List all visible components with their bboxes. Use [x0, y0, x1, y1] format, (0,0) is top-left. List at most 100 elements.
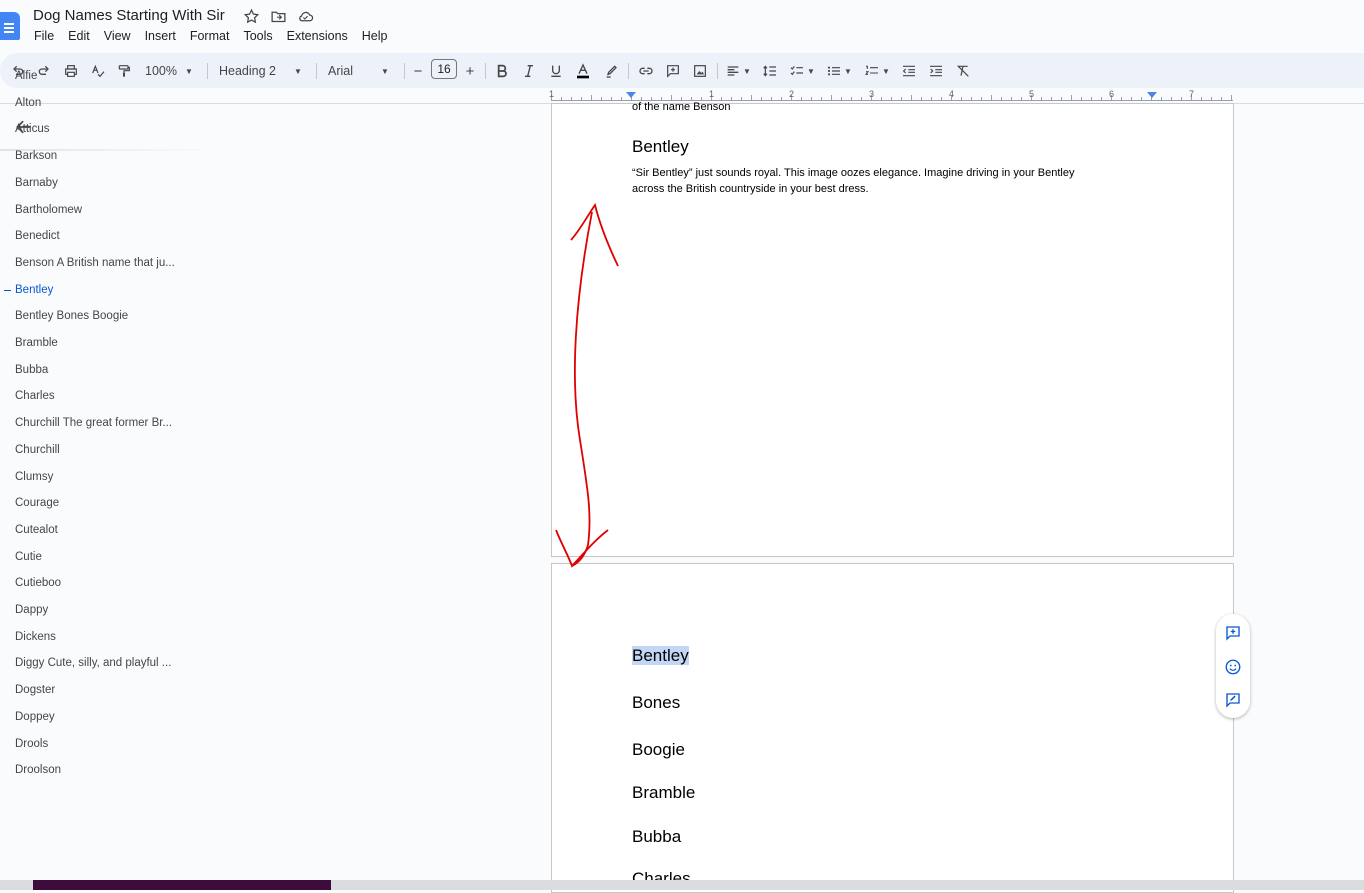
ruler-tick — [851, 97, 852, 100]
ruler-tick — [611, 97, 612, 100]
right-indent-marker[interactable] — [1147, 92, 1157, 98]
menu-edit[interactable]: Edit — [68, 29, 90, 43]
outline-item[interactable]: Droolson — [15, 762, 61, 778]
font-size-input[interactable]: 16 — [431, 59, 457, 79]
outline-item[interactable]: Courage — [15, 495, 59, 511]
outline-item[interactable]: Benson A British name that ju... — [15, 255, 175, 271]
outline-item[interactable]: Cutieboo — [15, 575, 61, 591]
ruler-tick — [1121, 97, 1122, 100]
toolbar: 100% ▼ Heading 2 ▼ Arial ▼ − + ▼ ▼ ▼ ▼ — [0, 53, 1364, 88]
outline-item[interactable]: Bentley — [15, 282, 53, 298]
spellcheck-icon[interactable] — [89, 61, 107, 81]
emoji-reaction-icon[interactable] — [1224, 658, 1242, 676]
add-comment-icon[interactable] — [1224, 624, 1242, 642]
outline-item[interactable]: Churchill The great former Br... — [15, 415, 172, 431]
suggest-edits-icon[interactable] — [1224, 691, 1242, 709]
outline-item[interactable]: Bentley Bones Boogie — [15, 308, 128, 324]
menu-insert[interactable]: Insert — [145, 29, 176, 43]
clear-formatting-icon[interactable] — [955, 61, 971, 81]
document-title[interactable]: Dog Names Starting With Sir — [33, 7, 225, 24]
text-color-icon[interactable] — [575, 61, 591, 81]
increase-indent-icon[interactable] — [928, 61, 944, 81]
menu-extensions[interactable]: Extensions — [287, 29, 348, 43]
outline-item[interactable]: Dappy — [15, 602, 48, 618]
outline-item[interactable]: Bubba — [15, 362, 48, 378]
ruler-tick — [921, 97, 922, 100]
star-icon[interactable] — [243, 8, 260, 25]
outline-item[interactable]: Barkson — [15, 148, 57, 164]
cloud-saved-icon[interactable] — [297, 8, 314, 25]
title-bar: Dog Names Starting With Sir File Edit Vi… — [0, 0, 1364, 52]
zoom-select[interactable]: 100% ▼ — [145, 61, 197, 81]
move-folder-icon[interactable] — [270, 8, 287, 25]
outline-item[interactable]: Alton — [15, 95, 41, 111]
menu-file[interactable]: File — [34, 29, 54, 43]
outline-item[interactable]: Barnaby — [15, 175, 58, 191]
decrease-font-size-button[interactable]: − — [411, 61, 425, 81]
ruler-tick — [1211, 97, 1212, 100]
ruler-tick — [1181, 97, 1182, 100]
outline-item[interactable]: Bramble — [15, 335, 58, 351]
menu-view[interactable]: View — [104, 29, 131, 43]
left-indent-marker[interactable] — [626, 92, 636, 98]
toolbar-divider — [316, 63, 317, 79]
font-family-select[interactable]: Arial ▼ — [328, 61, 394, 81]
heading-2: Bentley — [632, 646, 689, 666]
outline-item[interactable]: Cutie — [15, 549, 42, 565]
print-icon[interactable] — [62, 61, 80, 81]
ruler-tick — [1161, 97, 1162, 100]
document-page[interactable]: of the name Benson Bentley “Sir Bentley”… — [551, 101, 1234, 557]
document-page[interactable]: Bentley Bones Boogie Bramble Bubba Charl… — [551, 563, 1234, 893]
line-spacing-icon[interactable] — [762, 61, 778, 81]
ruler-tick — [581, 97, 582, 100]
outline-item[interactable]: Dickens — [15, 629, 56, 645]
outline-item[interactable]: Benedict — [15, 228, 60, 244]
outline-item[interactable]: Churchill — [15, 442, 60, 458]
outline-item[interactable]: Doppey — [15, 709, 55, 725]
active-outline-indicator — [4, 289, 11, 292]
paragraph-style-select[interactable]: Heading 2 ▼ — [219, 61, 305, 81]
document-outline: Alfie Alton Atticus Barkson Barnaby Bartholom… — [0, 70, 225, 880]
ruler-tick — [771, 97, 772, 100]
outline-item[interactable]: Dogster — [15, 682, 55, 698]
menu-tools[interactable]: Tools — [243, 29, 272, 43]
outline-item[interactable]: Cutealot — [15, 522, 58, 538]
ruler-tick — [991, 95, 992, 100]
ruler-tick — [861, 97, 862, 100]
add-comment-icon[interactable] — [665, 61, 681, 81]
increase-font-size-button[interactable]: + — [463, 61, 477, 81]
menu-format[interactable]: Format — [190, 29, 230, 43]
bulleted-list-select[interactable]: ▼ — [826, 61, 858, 81]
zoom-value: 100% — [145, 64, 177, 78]
chevron-down-icon: ▼ — [882, 66, 890, 76]
italic-icon[interactable] — [521, 61, 537, 81]
numbered-list-select[interactable]: ▼ — [864, 61, 896, 81]
ruler-tick — [561, 97, 562, 100]
underline-icon[interactable] — [548, 61, 564, 81]
checklist-select[interactable]: ▼ — [789, 61, 821, 81]
ruler-tick — [1001, 97, 1002, 100]
ruler-number: 1 — [709, 89, 715, 99]
menu-help[interactable]: Help — [362, 29, 388, 43]
outline-item[interactable]: Clumsy — [15, 469, 53, 485]
insert-link-icon[interactable] — [638, 61, 654, 81]
paint-format-icon[interactable] — [115, 61, 133, 81]
highlight-color-icon[interactable] — [604, 61, 620, 81]
insert-image-icon[interactable] — [692, 61, 708, 81]
redo-icon[interactable] — [35, 61, 53, 81]
ruler-tick — [881, 97, 882, 100]
align-select[interactable]: ▼ — [725, 61, 753, 81]
outline-item[interactable]: Charles — [15, 388, 55, 404]
ruler-number: 6 — [1109, 89, 1115, 99]
outline-item[interactable]: Alfie — [15, 68, 37, 84]
docs-logo-icon[interactable] — [0, 12, 20, 40]
bold-icon[interactable] — [494, 61, 510, 81]
outline-item[interactable]: Drools — [15, 736, 48, 752]
ruler-number: 7 — [1189, 89, 1195, 99]
outline-item[interactable]: Bartholomew — [15, 202, 82, 218]
decrease-indent-icon[interactable] — [901, 61, 917, 81]
ruler-tick — [1101, 97, 1102, 100]
outline-item[interactable]: Atticus — [15, 121, 50, 137]
outline-item[interactable]: Diggy Cute, silly, and playful ... — [15, 655, 171, 671]
ruler-number: 1 — [549, 89, 555, 99]
